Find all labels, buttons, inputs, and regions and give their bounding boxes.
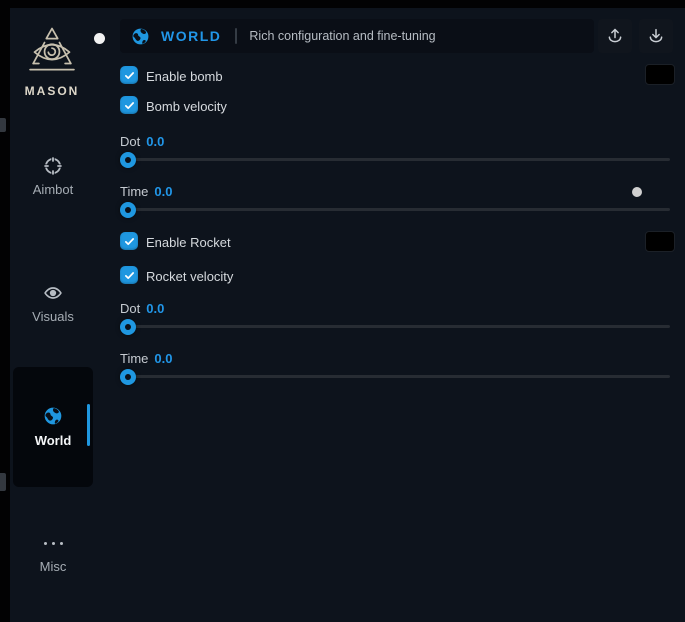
page-header: WORLD Rich configuration and fine-tuning	[120, 19, 594, 53]
mason-logo-icon	[24, 25, 80, 81]
slider-track-time[interactable]	[120, 208, 670, 211]
bomb-color-swatch[interactable]	[645, 64, 675, 85]
page-subtitle: Rich configuration and fine-tuning	[249, 29, 435, 43]
cursor-dot	[94, 33, 105, 44]
edge-notch	[0, 118, 6, 132]
window-frame-top	[0, 0, 685, 8]
sidebar-item-visuals[interactable]: Visuals	[12, 283, 94, 324]
export-config-button[interactable]	[598, 19, 632, 53]
crosshair-icon	[43, 156, 63, 176]
slider-value: 0.0	[154, 351, 172, 366]
globe-icon	[131, 27, 150, 46]
slider-label-dot: Dot0.0	[120, 134, 164, 149]
eye-icon	[43, 283, 63, 303]
indicator-dot	[632, 187, 642, 197]
checkbox-bomb-velocity[interactable]	[120, 96, 138, 114]
slider-label-dot: Dot0.0	[120, 301, 164, 316]
slider-value: 0.0	[146, 134, 164, 149]
slider-value: 0.0	[146, 301, 164, 316]
sidebar-item-label: Misc	[40, 559, 67, 574]
slider-track-dot[interactable]	[120, 158, 670, 161]
sidebar-item-misc[interactable]: Misc	[12, 533, 94, 574]
header-divider	[235, 28, 237, 44]
checkbox-label: Enable bomb	[146, 69, 223, 84]
checkbox-label: Rocket velocity	[146, 269, 233, 284]
checkbox-rocket-velocity[interactable]	[120, 266, 138, 284]
slider-track-time[interactable]	[120, 375, 670, 378]
checkbox-enable-rocket[interactable]	[120, 232, 138, 250]
edge-notch	[0, 473, 6, 491]
checkbox-enable-bomb[interactable]	[120, 66, 138, 84]
brand-name: MASON	[8, 84, 96, 98]
page-title: WORLD	[161, 28, 221, 44]
slider-label-time: Time0.0	[120, 351, 172, 366]
check-icon	[123, 99, 136, 112]
sidebar-item-aimbot[interactable]: Aimbot	[12, 156, 94, 197]
slider-track-dot[interactable]	[120, 325, 670, 328]
check-icon	[123, 69, 136, 82]
checkbox-label: Bomb velocity	[146, 99, 227, 114]
sidebar-item-world[interactable]: World	[13, 367, 93, 487]
globe-icon	[43, 406, 63, 426]
sidebar-item-label: Aimbot	[33, 182, 73, 197]
sidebar-item-label: Visuals	[32, 309, 74, 324]
ellipsis-icon	[44, 533, 63, 553]
checkbox-label: Enable Rocket	[146, 235, 231, 250]
selected-item-indicator	[87, 404, 90, 446]
slider-label-time: Time0.0	[120, 184, 172, 199]
slider-handle-dot[interactable]	[120, 152, 136, 168]
download-icon	[647, 27, 665, 45]
rocket-color-swatch[interactable]	[645, 231, 675, 252]
slider-handle-dot[interactable]	[120, 319, 136, 335]
slider-handle-time[interactable]	[120, 369, 136, 385]
import-config-button[interactable]	[639, 19, 673, 53]
check-icon	[123, 269, 136, 282]
check-icon	[123, 235, 136, 248]
slider-handle-time[interactable]	[120, 202, 136, 218]
slider-value: 0.0	[154, 184, 172, 199]
sidebar-item-label: World	[35, 433, 72, 448]
app-window	[10, 8, 685, 622]
upload-icon	[606, 27, 624, 45]
